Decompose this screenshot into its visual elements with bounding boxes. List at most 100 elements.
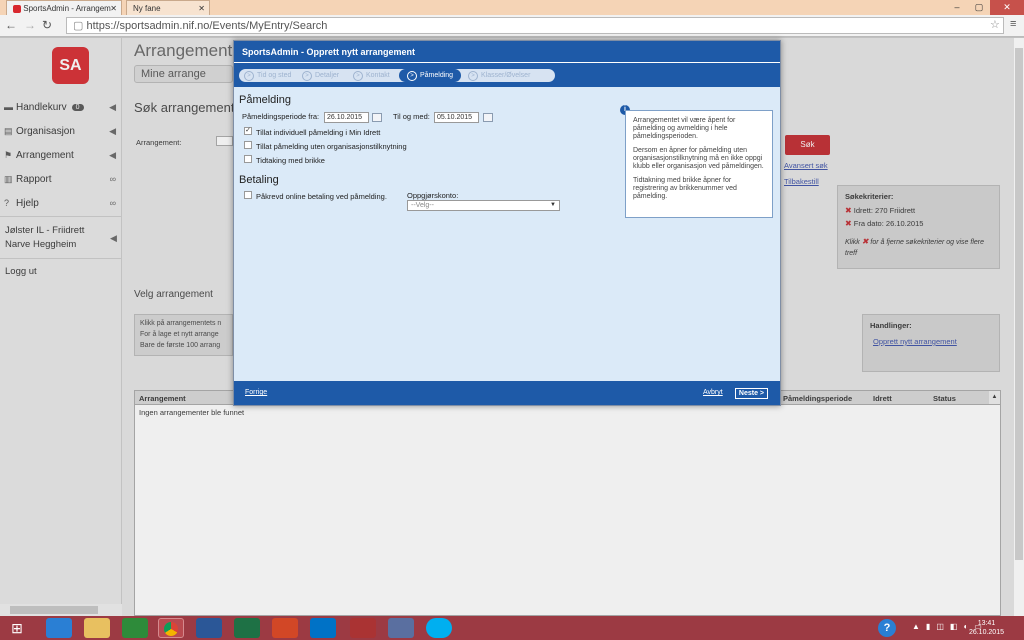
step-label: Kontakt	[366, 72, 390, 79]
account-select[interactable]: --Velg-- ▼	[407, 200, 560, 211]
period-from-label: Påmeldingsperiode fra:	[242, 112, 320, 121]
menu-icon[interactable]: ≡	[1010, 18, 1016, 30]
sidebar-user[interactable]: Narve Heggheim	[5, 239, 76, 250]
next-button[interactable]: Neste >	[734, 388, 768, 399]
col-status[interactable]: Status	[933, 394, 956, 403]
vertical-scrollbar[interactable]	[1014, 38, 1024, 616]
chip-timing-checkbox[interactable]	[244, 155, 252, 163]
sidebar-item-label: Rapport	[16, 173, 52, 185]
col-arrangement[interactable]: Arrangement	[139, 394, 186, 403]
search-button[interactable]: Søk	[785, 135, 830, 155]
cancel-link[interactable]: Avbryt	[703, 389, 723, 396]
hint-line: Klikk på arrangementets n	[140, 320, 222, 327]
allow-no-org-checkbox[interactable]	[244, 141, 252, 149]
logout-link[interactable]: Logg ut	[5, 266, 37, 277]
step-pamelding[interactable]: > Påmelding	[399, 69, 462, 82]
arrangement-input[interactable]	[216, 136, 233, 146]
calendar-icon[interactable]	[483, 113, 493, 122]
sidebar-org[interactable]: Jølster IL - Friidrett	[5, 225, 84, 236]
dialog-body: Påmelding Påmeldingsperiode fra: 26.10.2…	[234, 87, 780, 381]
minimize-icon[interactable]: –	[946, 0, 968, 15]
back-icon[interactable]: ←	[5, 18, 17, 32]
col-idrett[interactable]: Idrett	[873, 394, 892, 403]
step-detaljer[interactable]: > Detaljer	[299, 69, 339, 82]
tab-mine-arrangement[interactable]: Mine arrange	[134, 65, 233, 83]
reset-link[interactable]: Tilbakestill	[784, 177, 819, 186]
step-tid-og-sted[interactable]: > Tid og sted	[241, 69, 291, 82]
section-pamelding-title: Påmelding	[239, 94, 291, 106]
step-klasser-ovelser[interactable]: > Klasser/Øvelser	[465, 69, 530, 82]
star-icon[interactable]: ☆	[990, 18, 1000, 31]
forward-icon[interactable]: →	[24, 18, 36, 32]
period-to-label: Til og med:	[393, 112, 430, 121]
col-pameldingsperiode[interactable]: Påmeldingsperiode	[783, 394, 852, 403]
info-paragraph: Arrangementet vil være åpent for påmeldi…	[633, 117, 736, 140]
taskbar: ⊞ ? ▲▮◫◧◐▭ 13:41 26.10.2015	[0, 616, 1024, 640]
clock-time: 13:41	[977, 620, 996, 627]
sportsadmin-logo[interactable]: SA	[52, 47, 89, 84]
scroll-up-icon[interactable]: ▲	[989, 391, 1000, 404]
chip-timing-label: Tidtaking med brikke	[256, 156, 325, 165]
cart-count-badge: 0	[71, 103, 84, 111]
scrollbar-thumb[interactable]	[10, 606, 98, 614]
period-to-input[interactable]: 05.10.2015	[434, 112, 479, 123]
online-payment-checkbox[interactable]	[244, 191, 252, 199]
page-title: Arrangement	[134, 41, 233, 60]
chrome-icon[interactable]	[158, 618, 184, 638]
previous-link[interactable]: Forrige	[245, 389, 267, 396]
actions-title: Handlinger:	[870, 321, 912, 330]
file-explorer-icon[interactable]	[84, 618, 110, 638]
app-icon[interactable]	[388, 618, 414, 638]
windows-start-icon[interactable]: ⊞	[4, 618, 30, 638]
scrollbar-thumb[interactable]	[1015, 48, 1023, 560]
remove-icon[interactable]: ✖	[845, 219, 852, 228]
criteria-hint: Klikk ✖ for å fjerne søkekriterier og vi…	[845, 236, 992, 259]
browser-tab-new[interactable]: Ny fane ✕	[126, 0, 210, 15]
horizontal-scrollbar[interactable]	[0, 604, 122, 616]
allow-individual-checkbox[interactable]: ✓	[244, 127, 252, 135]
calendar-icon[interactable]	[372, 113, 382, 122]
sidebar-item-organisasjon[interactable]: ▤ Organisasjon ◀	[4, 122, 118, 140]
sidebar-item-label: Organisasjon	[16, 125, 75, 137]
reload-icon[interactable]: ↻	[42, 18, 52, 32]
clock[interactable]: 13:41 26.10.2015	[969, 619, 1004, 637]
word-icon[interactable]	[196, 618, 222, 638]
browser-tab-sportsadmin[interactable]: SportsAdmin - Arrangem ✕	[6, 0, 122, 15]
close-window-icon[interactable]: ✕	[990, 0, 1024, 15]
powerpoint-icon[interactable]	[272, 618, 298, 638]
step-label: Tid og sted	[257, 72, 292, 79]
sidebar-item-handlekurv[interactable]: ▬ Handlekurv 0 ◀	[4, 98, 118, 116]
outlook-icon[interactable]	[310, 618, 336, 638]
url-input[interactable]: ▢ https://sportsadmin.nif.no/Events/MyEn…	[66, 17, 1004, 34]
step-kontakt[interactable]: > Kontakt	[350, 69, 390, 82]
maximize-icon[interactable]: ▢	[968, 0, 990, 15]
help-icon[interactable]: ?	[878, 619, 896, 637]
period-from-input[interactable]: 26.10.2015	[324, 112, 369, 123]
advanced-search-link[interactable]: Avansert søk	[784, 161, 828, 170]
sidebar-item-arrangement[interactable]: ⚑ Arrangement ◀	[4, 146, 118, 164]
window-controls: – ▢ ✕	[946, 0, 1024, 15]
store-icon[interactable]	[122, 618, 148, 638]
remove-icon[interactable]: ✖	[845, 206, 852, 215]
account-select-value: --Velg--	[411, 202, 434, 209]
sidebar-item-hjelp[interactable]: ? Hjelp ∞	[4, 194, 118, 212]
results-table: Arrangement Påmeldingsperiode Idrett Sta…	[134, 390, 1001, 616]
internet-explorer-icon[interactable]	[46, 618, 72, 638]
app-icon[interactable]	[350, 618, 376, 638]
excel-icon[interactable]	[234, 618, 260, 638]
account-label: Oppgjørskonto:	[407, 191, 459, 200]
actions-panel: Handlinger: Opprett nytt arrangement	[862, 314, 1000, 372]
remove-icon: ✖	[861, 237, 869, 246]
lock-icon: ▢	[73, 20, 84, 32]
skype-icon[interactable]	[426, 618, 452, 638]
chevron-left-icon: ◀	[109, 125, 116, 136]
tab-close-icon[interactable]: ✕	[110, 4, 117, 13]
sidebar-item-label: Handlekurv	[16, 101, 67, 113]
building-icon: ▤	[4, 125, 13, 136]
tab-close-icon[interactable]: ✕	[198, 4, 205, 13]
flag-icon: ⚑	[4, 149, 13, 160]
chevron-left-icon: ◀	[109, 149, 116, 160]
criteria-hint-text: Klikk	[845, 239, 860, 246]
create-event-link[interactable]: Opprett nytt arrangement	[870, 337, 992, 346]
sidebar-item-rapport[interactable]: ▥ Rapport ∞	[4, 170, 118, 188]
